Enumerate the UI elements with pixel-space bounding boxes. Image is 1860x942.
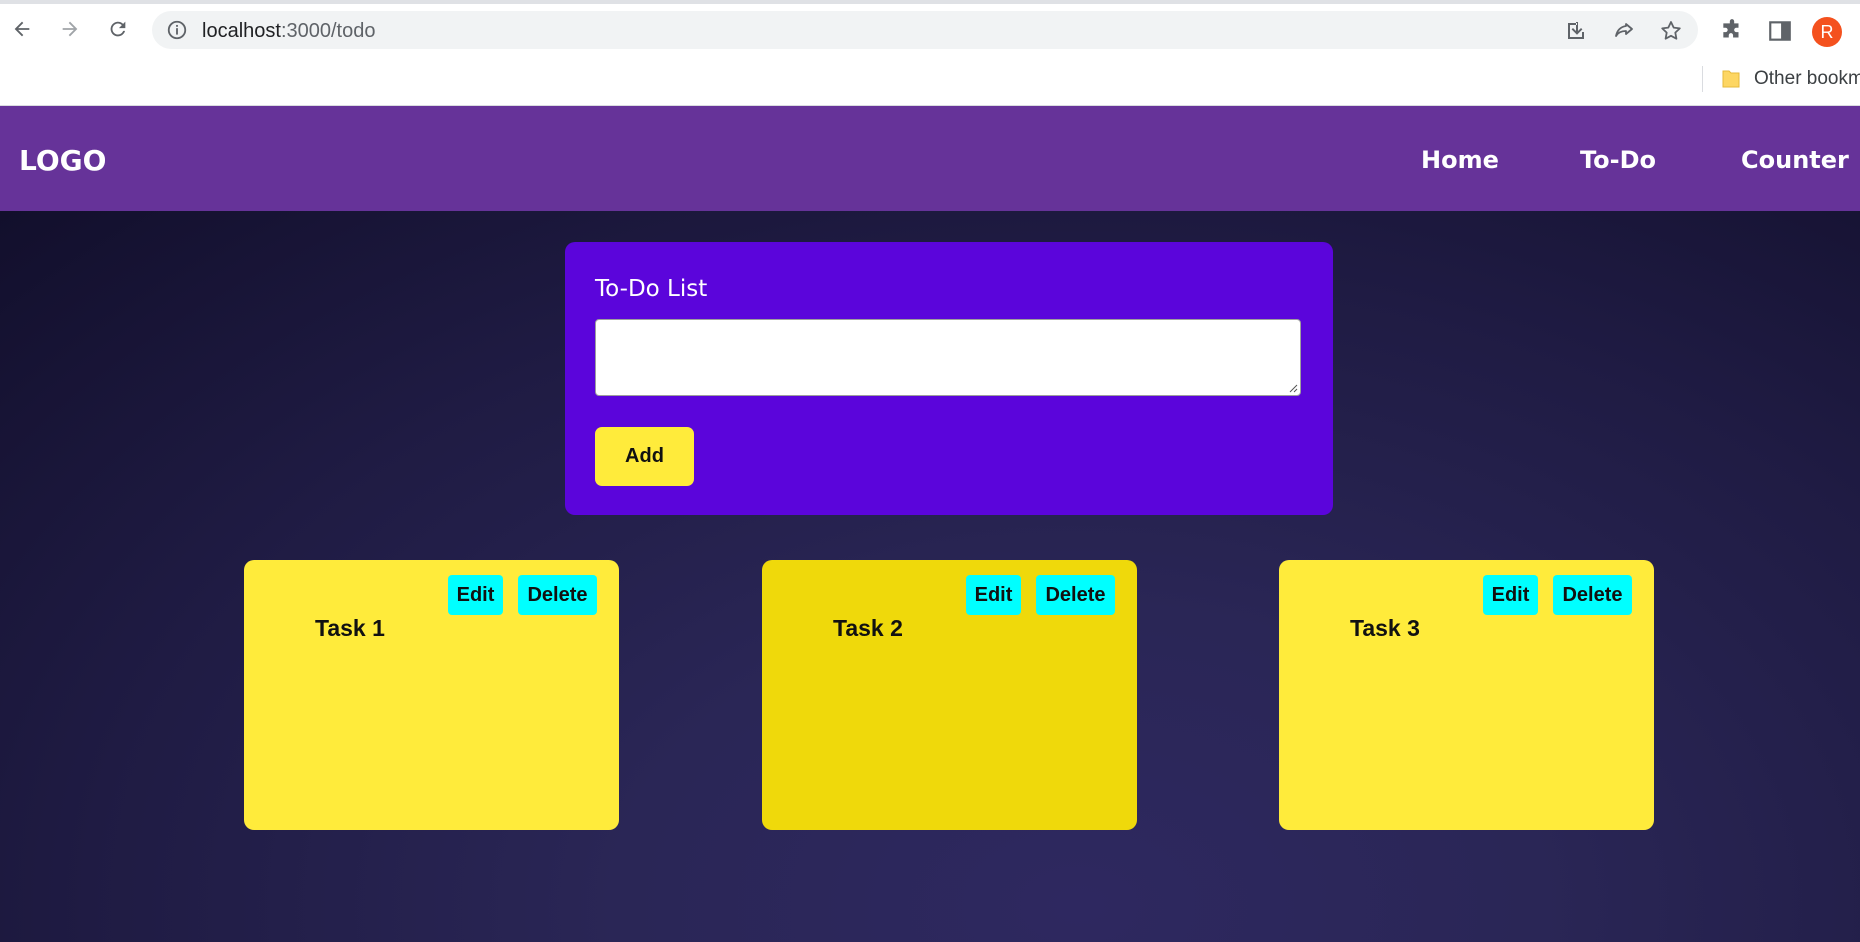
app-navbar: LOGO Home To-Do Counter: [0, 106, 1860, 211]
edit-button[interactable]: Edit: [1483, 575, 1538, 615]
delete-button[interactable]: Delete: [1036, 575, 1115, 615]
address-bar[interactable]: localhost:3000/todo: [152, 11, 1698, 49]
folder-icon: [1722, 70, 1740, 88]
task-card: Edit Delete Task 3: [1279, 560, 1654, 830]
delete-button[interactable]: Delete: [518, 575, 597, 615]
edit-button[interactable]: Edit: [966, 575, 1021, 615]
bookmarks-separator: [1702, 66, 1703, 92]
side-panel-icon[interactable]: [1767, 18, 1793, 44]
main-content: To-Do List Add Edit Delete Task 1 Edit D…: [0, 211, 1860, 942]
profile-avatar[interactable]: R: [1812, 17, 1842, 47]
install-app-icon[interactable]: [1564, 19, 1588, 43]
url-path: :3000/todo: [280, 20, 376, 42]
resize-grip-icon[interactable]: [1288, 383, 1298, 393]
nav-link-home[interactable]: Home: [1421, 146, 1499, 174]
url-host: localhost: [202, 20, 281, 42]
other-bookmarks-label[interactable]: Other bookm: [1754, 68, 1860, 90]
url-text: localhost:3000/todo: [202, 20, 375, 43]
nav-link-todo[interactable]: To-Do: [1580, 146, 1656, 174]
add-button[interactable]: Add: [595, 427, 694, 486]
extensions-icon[interactable]: [1719, 18, 1745, 44]
bookmarks-bar: Other bookm: [0, 56, 1860, 106]
todo-form-title: To-Do List: [595, 276, 708, 302]
task-card: Edit Delete Task 1: [244, 560, 619, 830]
todo-form-card: To-Do List Add: [565, 242, 1333, 515]
task-title: Task 2: [833, 615, 903, 641]
site-info-icon[interactable]: [166, 19, 188, 41]
forward-icon[interactable]: [55, 14, 85, 44]
task-textarea[interactable]: [595, 319, 1301, 396]
share-icon[interactable]: [1612, 19, 1636, 43]
delete-button[interactable]: Delete: [1553, 575, 1632, 615]
browser-toolbar: localhost:3000/todo R: [0, 4, 1860, 56]
back-icon[interactable]: [7, 14, 37, 44]
nav-link-counter[interactable]: Counter: [1741, 146, 1849, 174]
task-title: Task 1: [315, 615, 385, 641]
edit-button[interactable]: Edit: [448, 575, 503, 615]
task-card: Edit Delete Task 2: [762, 560, 1137, 830]
bookmark-star-icon[interactable]: [1659, 19, 1683, 43]
logo[interactable]: LOGO: [19, 144, 106, 177]
task-title: Task 3: [1350, 615, 1420, 641]
reload-icon[interactable]: [103, 14, 133, 44]
